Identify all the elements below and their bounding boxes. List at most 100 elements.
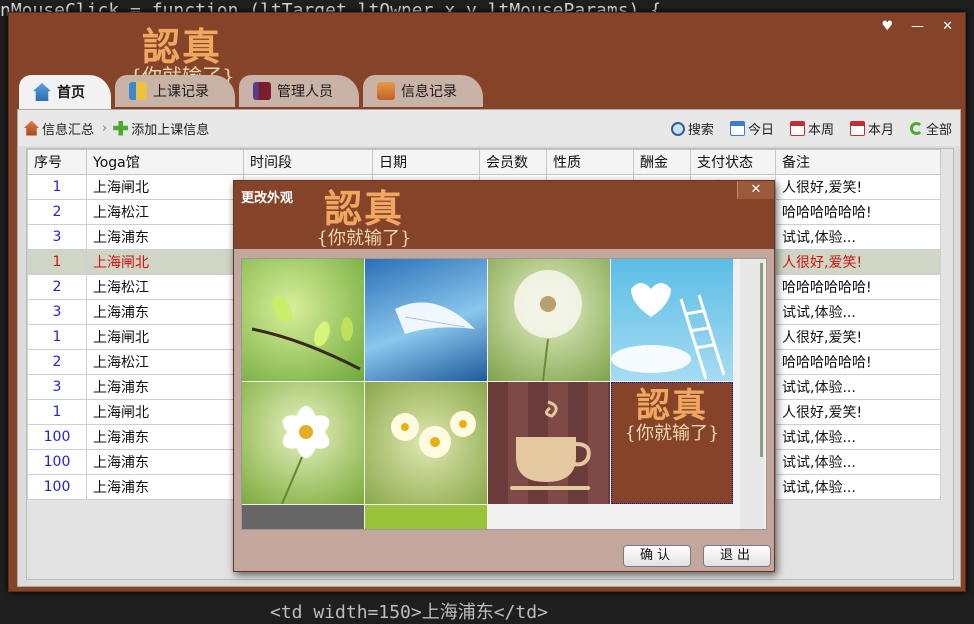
skin-thumb-white-flower[interactable] [242, 382, 364, 504]
column-header[interactable]: 酬金 [633, 149, 691, 175]
skin-thumbnail-grid: 認真 {你就输了} [241, 258, 767, 530]
all-button[interactable]: 全部 [909, 119, 952, 138]
cell-note: 哈哈哈哈哈哈! [775, 274, 941, 300]
coffee-cup-image [510, 400, 591, 490]
cell-hall: 上海松江 [86, 349, 244, 375]
cell-note: 哈哈哈哈哈哈! [775, 199, 941, 225]
this-month-button[interactable]: 本月 [849, 119, 894, 138]
thumbnail-scrollbar[interactable] [740, 259, 764, 529]
column-header[interactable]: 性质 [546, 149, 634, 175]
close-icon[interactable]: ✕ [942, 19, 953, 34]
logo-title: 認真 [636, 386, 708, 426]
tab-info-records[interactable]: 信息记录 [363, 75, 483, 107]
dialog-header: 更改外观 ✕ 認真 {你就输了} [234, 181, 774, 249]
scrollbar-thumb[interactable] [760, 263, 763, 457]
sky-ladder-image [611, 283, 726, 380]
tab-managers[interactable]: 管理人员 [239, 75, 359, 107]
cell-hall: 上海松江 [86, 199, 244, 225]
cell-hall: 上海浦东 [86, 299, 244, 325]
cell-number: 2 [27, 199, 87, 225]
cell-number: 3 [27, 374, 87, 400]
refresh-icon [909, 122, 923, 135]
skin-icon[interactable]: ♥ [881, 19, 893, 34]
info-summary-button[interactable]: 信息汇总 [24, 119, 94, 138]
logo-title: 認真 [141, 24, 222, 69]
skin-thumb-gray[interactable] [242, 505, 364, 529]
tab-home[interactable]: 首页 [19, 75, 111, 109]
skin-thumb-green[interactable] [365, 505, 487, 529]
cell-hall: 上海松江 [86, 274, 244, 300]
column-header[interactable]: 支付状态 [690, 149, 776, 175]
calendar-icon [789, 121, 805, 136]
logo-title: 認真 [323, 186, 404, 231]
column-header[interactable]: 日期 [372, 149, 480, 175]
skin-thumb-yellow-flowers[interactable] [365, 382, 487, 504]
cell-note: 试试,体验... [775, 449, 941, 475]
column-header[interactable]: 会员数 [479, 149, 547, 175]
chevron-right-icon: › [102, 120, 108, 136]
all-label: 全部 [925, 123, 952, 138]
dialog-logo: 認真 {你就输了} [304, 189, 424, 249]
info-summary-label: 信息汇总 [42, 122, 95, 138]
skin-thumb-feather[interactable] [365, 259, 487, 381]
add-icon [113, 120, 129, 136]
column-header[interactable]: 备注 [775, 149, 941, 175]
search-button[interactable]: 搜索 [670, 119, 714, 138]
tab-label: 上课记录 [153, 84, 209, 100]
skin-thumb-logo[interactable]: 認真 {你就输了} [611, 382, 733, 504]
cell-hall: 上海闸北 [86, 174, 244, 200]
home-small-icon [24, 120, 39, 136]
skin-thumb-coffee[interactable] [488, 382, 610, 504]
dandelion-image [514, 270, 582, 381]
calendar-icon [729, 121, 745, 136]
code-line-bottom: <td width=150>上海浦东</td> [270, 602, 548, 623]
column-header[interactable]: 序号 [27, 149, 87, 175]
this-month-label: 本月 [867, 123, 894, 138]
add-class-info-button[interactable]: 添加上课信息 [113, 119, 209, 138]
cell-note: 试试,体验... [775, 374, 941, 400]
cell-number: 3 [27, 299, 87, 325]
exit-button[interactable]: 退出 [703, 545, 771, 567]
toolbar-right: 搜索 今日 本周 本月 全部 [665, 119, 952, 138]
today-label: 今日 [747, 123, 774, 138]
confirm-button[interactable]: 确认 [623, 545, 691, 567]
today-button[interactable]: 今日 [729, 119, 774, 138]
cell-number: 1 [27, 324, 87, 350]
cell-hall: 上海闸北 [86, 324, 244, 350]
yellow-flowers-image [391, 411, 476, 458]
cell-note: 哈哈哈哈哈哈! [775, 349, 941, 375]
tab-label: 管理人员 [277, 84, 333, 100]
dialog-close-button[interactable]: ✕ [737, 181, 774, 199]
cell-note: 人很好,爱笑! [775, 399, 941, 425]
cell-hall: 上海闸北 [86, 249, 244, 275]
cell-note: 试试,体验... [775, 424, 941, 450]
skin-thumb-sky-ladder[interactable] [611, 259, 733, 381]
cell-hall: 上海浦东 [86, 224, 244, 250]
tab-class-records[interactable]: 上课记录 [115, 75, 235, 107]
cell-note: 试试,体验... [775, 474, 941, 500]
feather-image [395, 302, 475, 334]
tab-label: 首页 [57, 85, 85, 101]
home-icon [33, 83, 51, 101]
cell-hall: 上海浦东 [86, 424, 244, 450]
cell-hall: 上海浦东 [86, 449, 244, 475]
search-label: 搜索 [687, 123, 714, 138]
cell-number: 100 [27, 424, 87, 450]
table-header-row: 序号 Yoga馆 时间段 日期 会员数 性质 酬金 支付状态 备注 [27, 149, 941, 175]
cell-number: 2 [27, 274, 87, 300]
minimize-icon[interactable]: — [911, 19, 924, 34]
column-header[interactable]: Yoga馆 [86, 149, 244, 175]
cell-number: 3 [27, 224, 87, 250]
twig-image [251, 296, 361, 371]
logo-subtitle: {你就输了} [316, 228, 412, 249]
cell-number: 100 [27, 474, 87, 500]
skin-thumb-dandelion[interactable] [488, 259, 610, 381]
skin-thumb-twig[interactable] [242, 259, 364, 381]
search-icon [670, 121, 685, 136]
add-class-info-label: 添加上课信息 [131, 122, 210, 138]
column-header[interactable]: 时间段 [243, 149, 373, 175]
book-icon [129, 82, 147, 100]
cell-number: 1 [27, 174, 87, 200]
this-week-button[interactable]: 本周 [789, 119, 834, 138]
thumb-logo: 認真 {你就输了} [615, 388, 729, 444]
